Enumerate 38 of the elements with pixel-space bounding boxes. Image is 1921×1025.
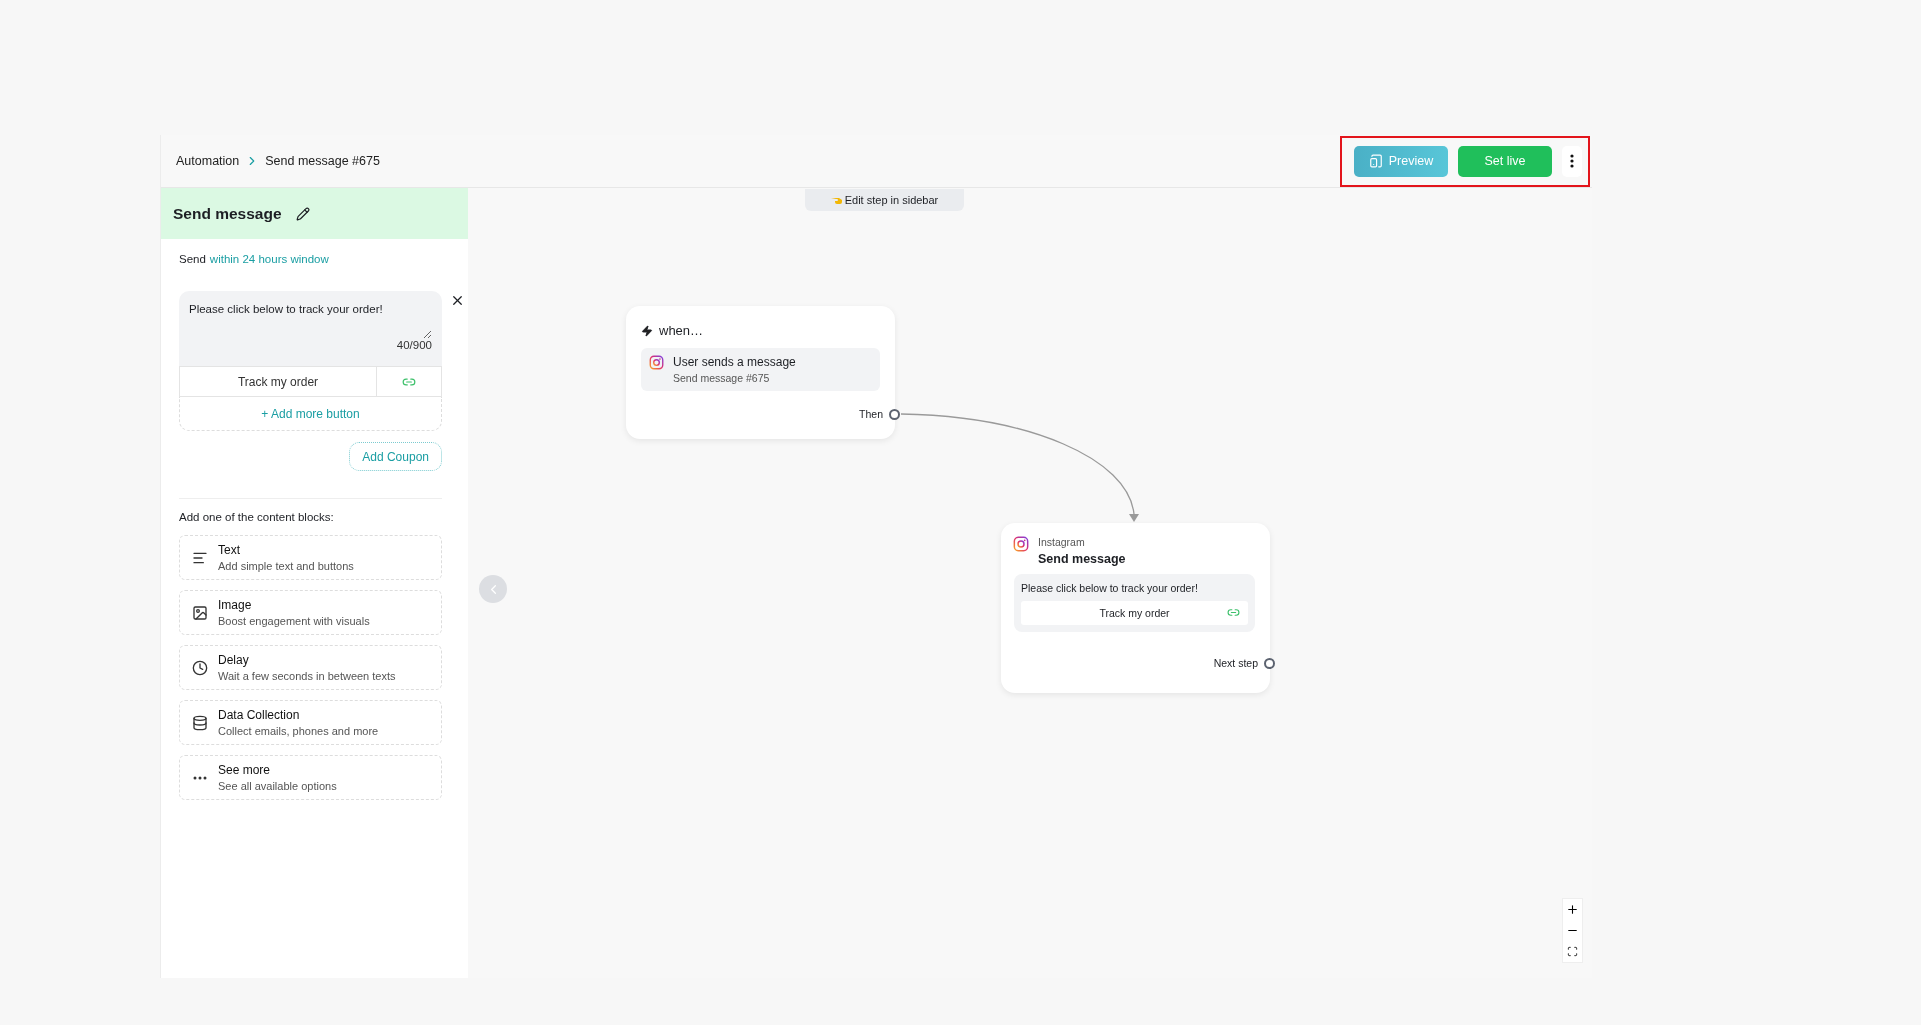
- breadcrumb-link[interactable]: Automation: [176, 154, 240, 168]
- more-menu-button[interactable]: [1562, 145, 1582, 177]
- content-block-option[interactable]: Delay Wait a few seconds in between texts: [179, 645, 442, 690]
- close-icon[interactable]: [450, 293, 465, 308]
- edit-hint-text: Edit step in sidebar: [844, 194, 939, 206]
- step-channel: Instagram: [1038, 536, 1086, 548]
- output-label: Then: [859, 408, 883, 420]
- edit-icon[interactable]: [295, 206, 310, 221]
- instagram-icon: [649, 355, 664, 370]
- breadcrumb-link[interactable]: Send message #675: [265, 154, 380, 168]
- clock-icon: [192, 659, 208, 676]
- more-icon: [193, 775, 207, 780]
- content-block-option[interactable]: Data Collection Collect emails, phones and more: [179, 700, 442, 745]
- trigger-heading: when…: [659, 323, 704, 338]
- output-port[interactable]: [889, 408, 900, 420]
- trigger-event: User sends a message Send message #675: [641, 348, 880, 391]
- message-field[interactable]: Please click below to track your order! 40/900: [179, 291, 442, 366]
- content-block-option[interactable]: Image Boost engagement with visuals: [179, 590, 442, 635]
- output-label: Next step: [1213, 657, 1258, 669]
- content-block-option[interactable]: See more See all available options: [179, 755, 442, 800]
- output-port[interactable]: [1264, 657, 1275, 669]
- phone-icon: [1368, 154, 1383, 168]
- instagram-icon: [1013, 536, 1029, 552]
- message-preview-text: Please click below to track your order!: [1021, 582, 1199, 594]
- fit-view-icon: [1567, 946, 1578, 957]
- send-label: Send: [179, 253, 206, 265]
- database-icon: [192, 714, 208, 731]
- more-icon: [1570, 154, 1574, 168]
- character-counter: 40/900: [396, 339, 432, 351]
- link-icon: [1227, 606, 1240, 619]
- blocks-heading: Add one of the content blocks:: [179, 511, 335, 523]
- step-title: Send message: [1038, 552, 1126, 566]
- image-icon: [192, 604, 208, 621]
- sidebar-title: Send message: [173, 204, 282, 223]
- content-block-option[interactable]: Text Add simple text and buttons: [179, 535, 442, 580]
- message-preview-button: Track my order: [1021, 601, 1248, 625]
- lightning-icon: [641, 324, 653, 337]
- plus-icon: [1566, 903, 1579, 916]
